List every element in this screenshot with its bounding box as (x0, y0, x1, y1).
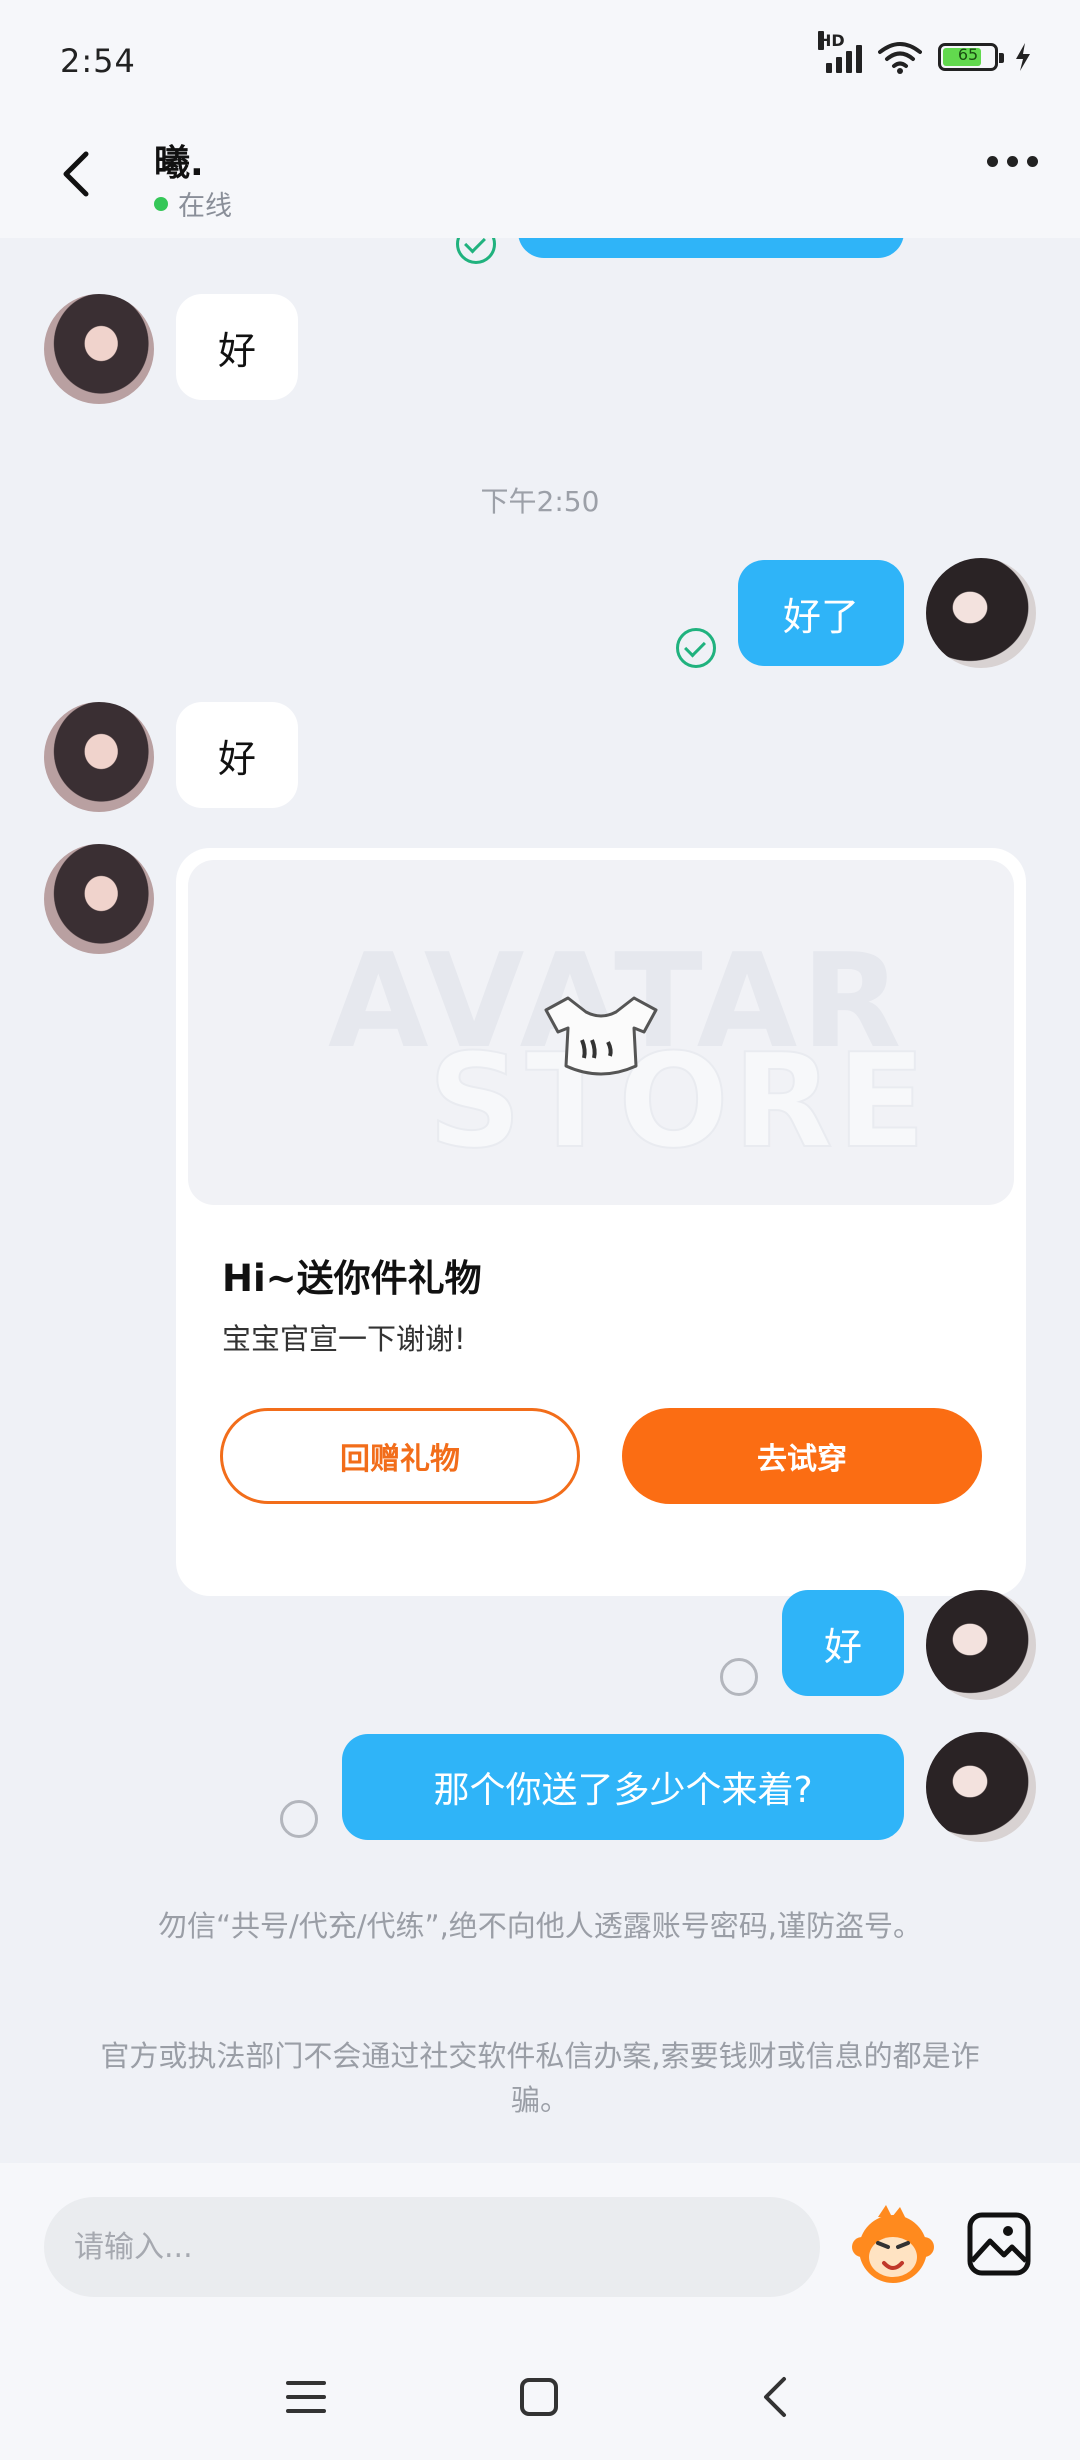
contact-avatar[interactable] (44, 294, 154, 404)
message-input-bar (0, 2163, 1080, 2333)
message-bubble-outgoing[interactable] (518, 238, 904, 258)
chat-header: 曦. 在线 (0, 120, 1080, 238)
my-avatar[interactable] (926, 558, 1036, 668)
return-gift-button[interactable]: 回赠礼物 (220, 1408, 580, 1504)
network-type-label: HD (818, 31, 845, 50)
online-status-label: 在线 (178, 191, 232, 222)
gift-title: Hi~送你件礼物 (222, 1257, 482, 1300)
recent-apps-icon[interactable] (286, 2379, 326, 2415)
online-dot-icon (154, 196, 168, 211)
back-arrow-icon[interactable] (48, 142, 112, 206)
contact-name[interactable]: 曦. (154, 134, 204, 186)
delivered-check-icon (676, 628, 716, 668)
pending-circle-icon (720, 1658, 758, 1696)
my-avatar[interactable] (926, 1732, 1036, 1842)
wifi-icon (878, 42, 922, 74)
status-bar: 2:54 HD 65 (0, 0, 1080, 120)
gift-image[interactable]: AVATAR STORE (188, 860, 1014, 1205)
contact-avatar[interactable] (44, 844, 154, 954)
more-dots-icon[interactable] (987, 156, 1038, 167)
status-icons: HD 65 (818, 31, 1032, 74)
message-input[interactable] (44, 2197, 820, 2297)
fraud-notice: 官方或执法部门不会通过社交软件私信办案,索要钱财或信息的都是诈骗。 (100, 2039, 980, 2117)
status-time: 2:54 (60, 42, 136, 80)
message-bubble-outgoing[interactable]: 好 (782, 1590, 904, 1696)
monkey-emoji-icon[interactable] (848, 2201, 938, 2291)
system-nav-bar (0, 2333, 1080, 2460)
pending-circle-icon (280, 1800, 318, 1838)
try-on-button[interactable]: 去试穿 (622, 1408, 982, 1504)
online-status: 在线 (154, 184, 232, 223)
delivered-check-icon (456, 238, 496, 264)
battery-icon: 65 (938, 43, 1004, 71)
message-bubble-incoming[interactable]: 好 (176, 294, 298, 400)
message-timestamp: 下午2:50 (480, 485, 600, 518)
contact-avatar[interactable] (44, 702, 154, 812)
chat-messages[interactable]: 好 下午2:50 好了 好 AVATAR STORE Hi~送你件礼物 宝宝官宣… (0, 238, 1080, 2163)
my-avatar[interactable] (926, 1590, 1036, 1700)
charging-icon (1016, 43, 1030, 71)
security-notice: 勿信“共号/代充/代练”,绝不向他人透露账号密码,谨防盗号。 (157, 1909, 923, 1943)
battery-level: 65 (957, 45, 979, 64)
system-back-icon[interactable] (756, 2375, 796, 2419)
message-bubble-outgoing[interactable]: 那个你送了多少个来着? (342, 1734, 904, 1840)
gift-subtitle: 宝宝官宣一下谢谢! (222, 1322, 466, 1356)
message-bubble-incoming[interactable]: 好 (176, 702, 298, 808)
gift-card[interactable]: AVATAR STORE Hi~送你件礼物 宝宝官宣一下谢谢! 回赠礼物 去试穿 (176, 848, 1026, 1596)
signal-icon: HD (818, 31, 862, 73)
crop-top-icon (544, 996, 658, 1076)
store-watermark-bottom: STORE (427, 1024, 930, 1178)
image-icon[interactable] (966, 2211, 1032, 2277)
message-bubble-outgoing[interactable]: 好了 (738, 560, 904, 666)
home-icon[interactable] (519, 2377, 559, 2417)
